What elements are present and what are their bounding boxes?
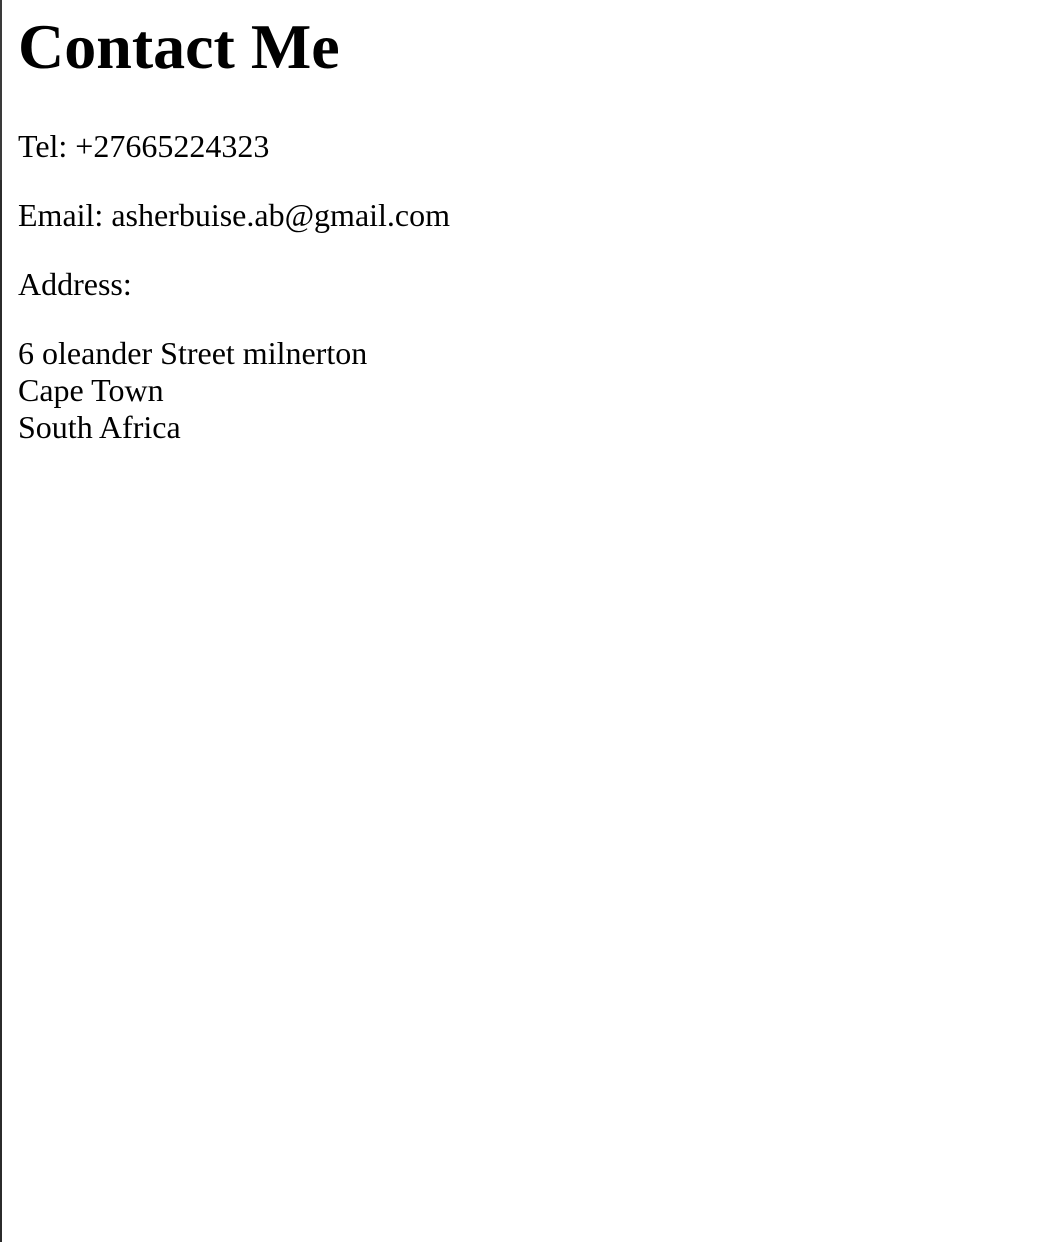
address-line-2: Cape Town	[18, 372, 164, 408]
address-line-1: 6 oleander Street milnerton	[18, 335, 368, 371]
address-label: Address:	[18, 266, 132, 302]
telephone-text: Tel: +27665224323	[18, 128, 270, 164]
page-title: Contact Me	[18, 11, 340, 82]
page-left-border-segment	[0, 0, 2, 180]
email-text: Email: asherbuise.ab@gmail.com	[18, 197, 451, 233]
page-left-border	[0, 0, 2, 1242]
address-line-3: South Africa	[18, 409, 181, 445]
